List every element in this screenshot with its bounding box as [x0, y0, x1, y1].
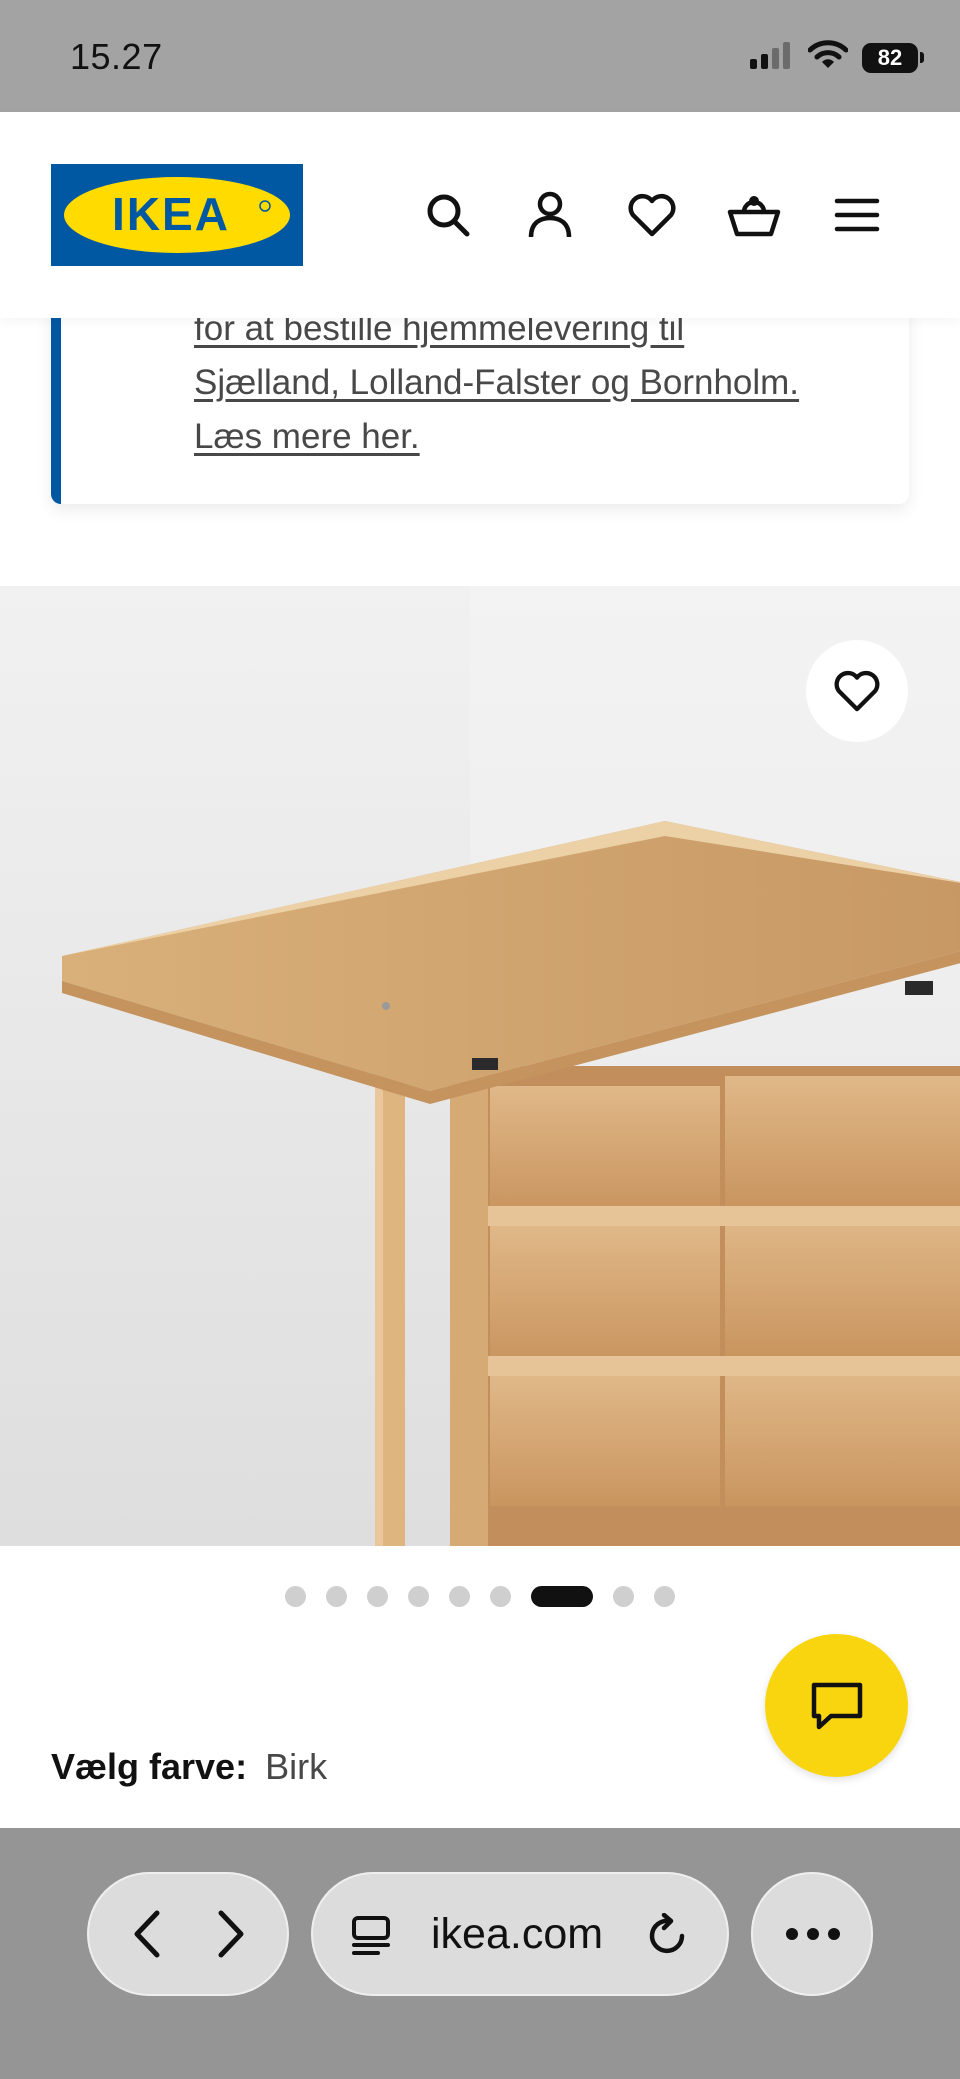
account-icon[interactable] — [518, 183, 582, 247]
carousel-dot[interactable] — [654, 1586, 675, 1607]
chat-button[interactable] — [765, 1634, 908, 1777]
search-icon[interactable] — [416, 183, 480, 247]
read-more-link[interactable]: Læs mere her. — [194, 410, 894, 464]
ikea-logo[interactable]: IKEA — [51, 164, 303, 266]
forward-icon[interactable] — [201, 1904, 261, 1964]
notice-link-line-2[interactable]: Sjælland, Lolland-Falster og Bornholm. — [194, 356, 894, 410]
reload-icon[interactable] — [643, 1912, 691, 1960]
url-text: ikea.com — [431, 1910, 604, 1958]
wifi-icon — [807, 40, 849, 75]
carousel-dot[interactable] — [367, 1586, 388, 1607]
carousel-dot[interactable] — [408, 1586, 429, 1607]
carousel-dot[interactable] — [449, 1586, 470, 1607]
chat-bubble-icon — [811, 1682, 862, 1729]
status-icons: 82 — [750, 40, 924, 75]
battery-level: 82 — [862, 42, 918, 73]
back-icon[interactable] — [117, 1904, 177, 1964]
history-navigation — [87, 1872, 289, 1996]
carousel-dot[interactable] — [285, 1586, 306, 1607]
carousel-dot[interactable] — [613, 1586, 634, 1607]
heart-icon — [834, 670, 880, 712]
site-header: IKEA — [0, 112, 960, 318]
signal-icon — [750, 41, 794, 74]
image-carousel-dots — [0, 1586, 960, 1607]
color-selector[interactable]: Vælg farve: Birk — [51, 1746, 327, 1788]
shopping-basket-icon[interactable] — [722, 183, 786, 247]
status-bar: 15.27 82 — [0, 0, 960, 112]
notice-text: for at bestille hjemmelevering til Sjæll… — [194, 302, 894, 464]
product-image[interactable] — [0, 586, 960, 1546]
browser-toolbar: ikea.com — [0, 1828, 960, 2079]
status-time: 15.27 — [70, 36, 163, 77]
color-value: Birk — [265, 1746, 328, 1787]
add-to-favorites-button[interactable] — [806, 640, 908, 742]
menu-icon[interactable] — [825, 183, 889, 247]
carousel-dot[interactable] — [490, 1586, 511, 1607]
more-icon — [781, 1914, 845, 1954]
carousel-dot[interactable] — [326, 1586, 347, 1607]
logo-text: IKEA — [112, 188, 230, 240]
delivery-notice: for at bestille hjemmelevering til Sjæll… — [51, 300, 909, 504]
carousel-dot-active[interactable] — [531, 1586, 593, 1607]
reader-icon[interactable] — [349, 1914, 393, 1958]
favorites-heart-icon[interactable] — [620, 183, 684, 247]
address-bar[interactable]: ikea.com — [311, 1872, 729, 1996]
battery-icon: 82 — [862, 42, 924, 73]
more-button[interactable] — [751, 1872, 873, 1996]
color-label: Vælg farve: — [51, 1746, 248, 1787]
